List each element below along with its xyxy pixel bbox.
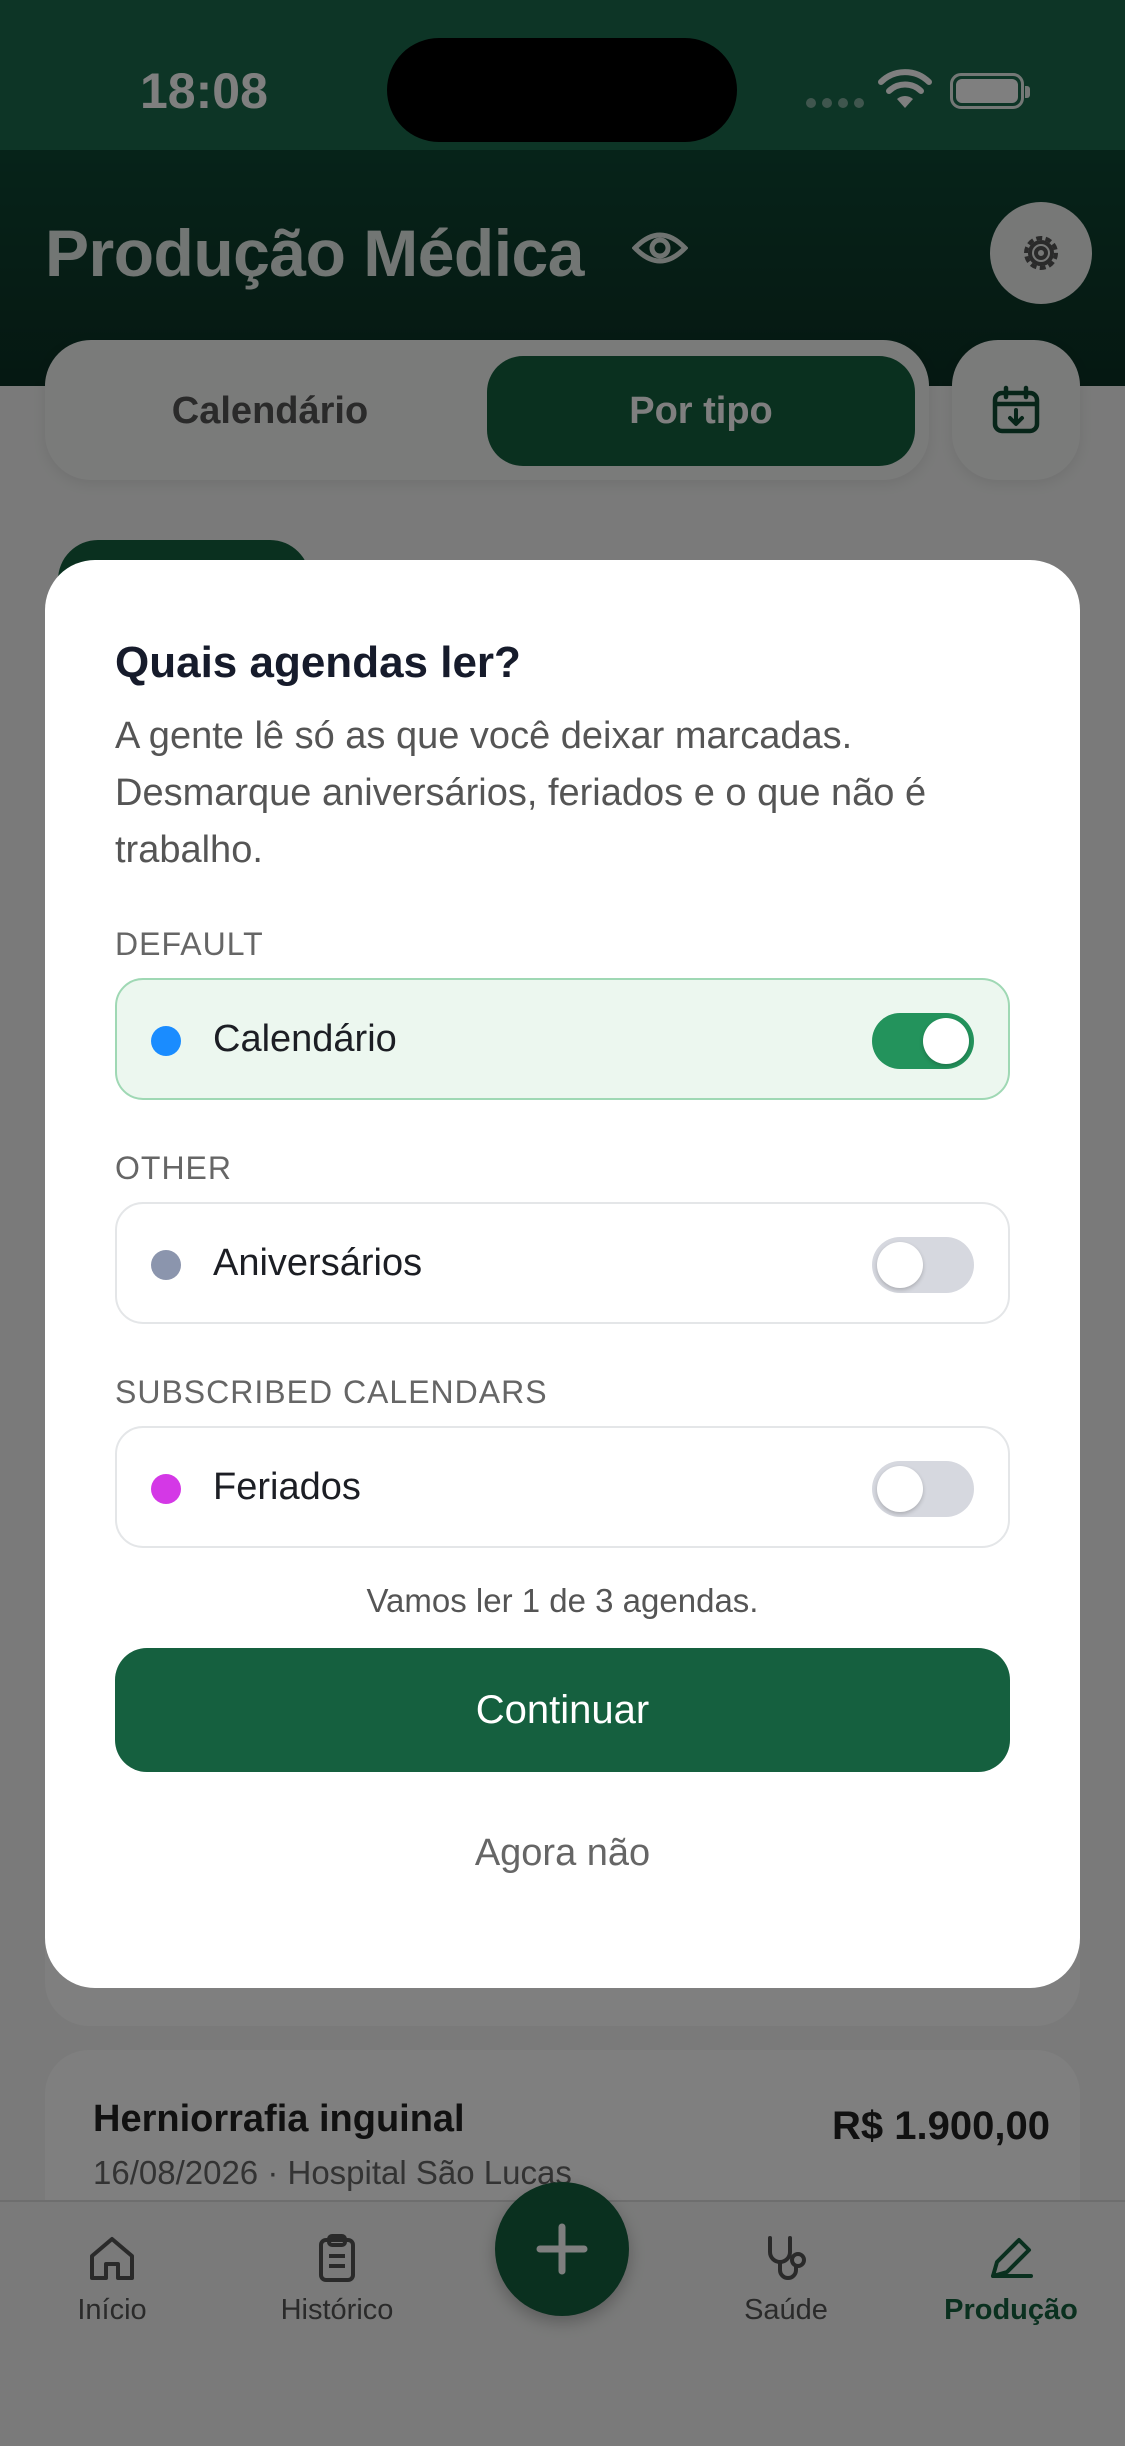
calendar-row-calendario[interactable]: Calendário	[115, 978, 1010, 1100]
modal-description: A gente lê só as que você deixar marcada…	[115, 715, 927, 871]
calendar-toggle[interactable]	[872, 1461, 974, 1517]
selection-count: Vamos ler 1 de 3 agendas.	[366, 1582, 759, 1619]
section-label-other: OTHER	[115, 1150, 232, 1186]
calendar-color-dot	[151, 1250, 181, 1280]
continue-button[interactable]: Continuar	[115, 1648, 1010, 1772]
calendar-name: Calendário	[213, 1018, 397, 1060]
calendar-color-dot	[151, 1026, 181, 1056]
not-now-button[interactable]: Agora não	[45, 1832, 1080, 1875]
calendar-toggle[interactable]	[872, 1237, 974, 1293]
calendar-name: Aniversários	[213, 1242, 423, 1284]
calendar-selection-modal: Quais agendas ler? A gente lê só as que …	[45, 560, 1080, 1988]
calendar-row-feriados[interactable]: Feriados	[115, 1426, 1010, 1548]
calendar-color-dot	[151, 1474, 181, 1504]
calendar-row-aniversarios[interactable]: Aniversários	[115, 1202, 1010, 1324]
section-label-subscribed: SUBSCRIBED CALENDARS	[115, 1374, 548, 1410]
calendar-name: Feriados	[213, 1466, 361, 1508]
modal-title: Quais agendas ler?	[115, 638, 521, 687]
calendar-toggle[interactable]	[872, 1013, 974, 1069]
section-label-default: DEFAULT	[115, 926, 264, 962]
